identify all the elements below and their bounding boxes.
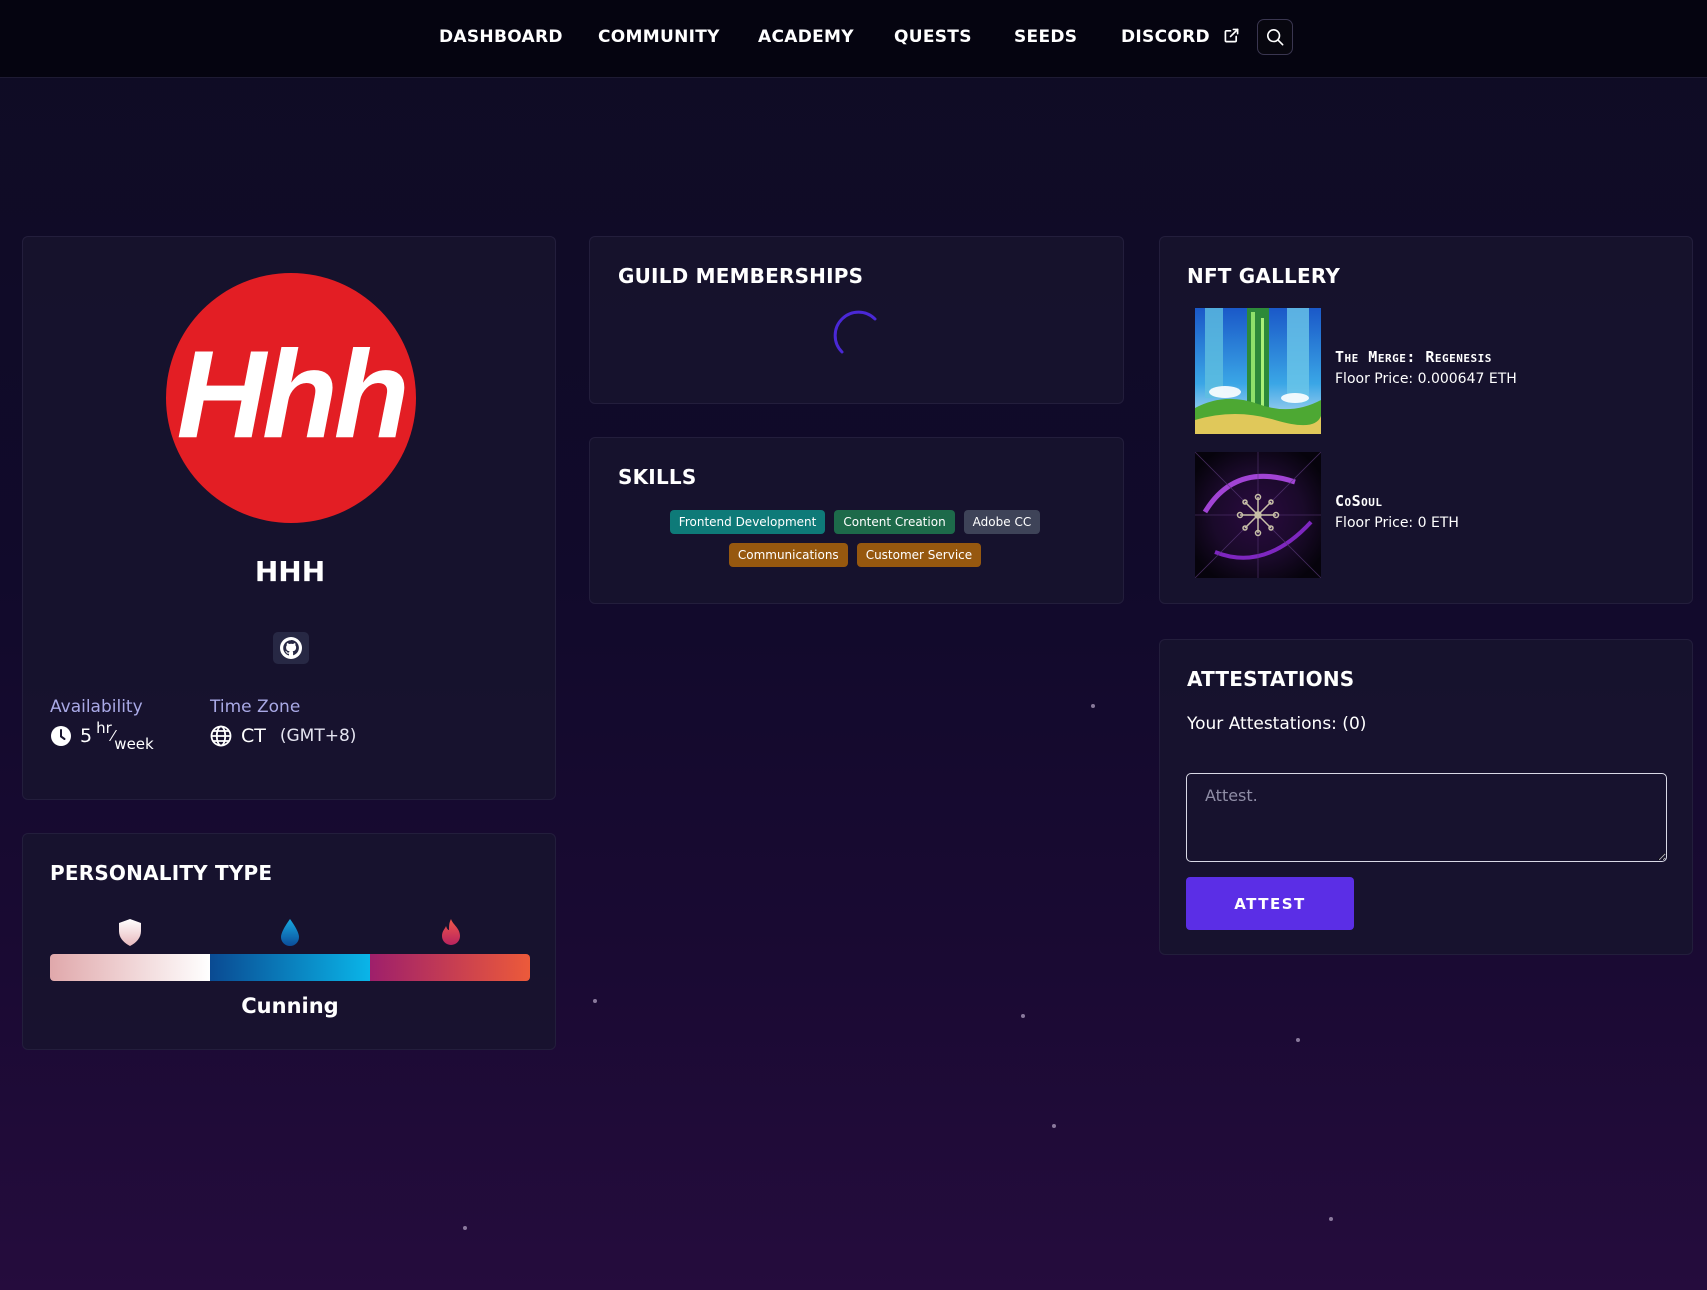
background-star <box>463 1226 467 1230</box>
guild-card: GUILD MEMBERSHIPS <box>589 236 1124 404</box>
avatar: Hhh <box>166 273 416 523</box>
skills-title: SKILLS <box>618 465 697 489</box>
nav-discord-label: DISCORD <box>1121 27 1210 47</box>
timezone-offset: (GMT+8) <box>279 726 357 746</box>
fire-icon <box>442 919 460 945</box>
nft-name: The Merge: Regenesis <box>1335 348 1492 366</box>
nft-floor-price: Floor Price: 0 ETH <box>1335 515 1459 531</box>
personality-segment-protector <box>50 954 210 981</box>
shield-icon <box>119 919 141 946</box>
external-link-icon <box>1224 28 1239 43</box>
attest-button[interactable]: ATTEST <box>1186 877 1354 930</box>
globe-icon <box>210 725 232 747</box>
availability-unit-week: week <box>114 734 154 753</box>
nav-community[interactable]: COMMUNITY <box>598 27 720 47</box>
availability-number: 5 <box>80 725 93 747</box>
skill-chip: Frontend Development <box>669 510 826 534</box>
nft-floor-price: Floor Price: 0.000647 ETH <box>1335 371 1517 387</box>
personality-title: PERSONALITY TYPE <box>50 861 273 885</box>
background-star <box>593 999 597 1003</box>
personality-result: Cunning <box>241 994 339 1018</box>
skills-list: Frontend Development Content Creation Ad… <box>620 510 1090 567</box>
nft-card: NFT GALLERY The Merge: Regenesis Floor P… <box>1159 236 1693 604</box>
personality-bar <box>50 954 530 981</box>
loading-spinner <box>833 310 877 354</box>
nft-image-merge <box>1195 308 1321 434</box>
skill-chip: Content Creation <box>834 510 955 534</box>
nft-title: NFT GALLERY <box>1187 264 1341 288</box>
timezone-value: CT (GMT+8) <box>210 725 356 747</box>
search-icon <box>1266 28 1284 46</box>
nav-dashboard[interactable]: DASHBOARD <box>439 27 563 47</box>
github-link[interactable] <box>273 632 309 664</box>
nav-seeds[interactable]: SEEDS <box>1014 27 1077 47</box>
guild-title: GUILD MEMBERSHIPS <box>618 264 864 288</box>
background-star <box>1021 1014 1025 1018</box>
personality-segment-fire <box>370 954 530 981</box>
page: DASHBOARD COMMUNITY ACADEMY QUESTS SEEDS… <box>0 0 1707 1290</box>
clock-icon <box>51 726 71 746</box>
nav-discord[interactable]: DISCORD <box>1121 27 1239 47</box>
skill-chip: Adobe CC <box>963 510 1041 534</box>
search-button[interactable] <box>1257 19 1293 55</box>
nft-image-cosoul <box>1195 452 1321 578</box>
nft-name: CoSoul <box>1335 492 1383 510</box>
skill-chip: Customer Service <box>856 543 982 567</box>
background-star <box>1091 704 1095 708</box>
availability-unit-hr: hr <box>96 718 112 737</box>
profile-card: Hhh HHH Availability 5 hr ⁄ week Time Zo… <box>22 236 556 800</box>
top-nav: DASHBOARD COMMUNITY ACADEMY QUESTS SEEDS… <box>0 0 1707 78</box>
timezone-label: Time Zone <box>210 697 301 717</box>
github-icon <box>280 637 302 659</box>
nav-quests[interactable]: QUESTS <box>894 27 972 47</box>
attest-input[interactable] <box>1186 773 1667 862</box>
water-drop-icon <box>281 919 299 946</box>
background-star <box>1329 1217 1333 1221</box>
timezone-abbr: CT <box>241 725 266 747</box>
nav-academy[interactable]: ACADEMY <box>758 27 854 47</box>
skill-chip: Communications <box>728 543 848 567</box>
personality-card: PERSONALITY TYPE Cunning <box>22 833 556 1050</box>
skills-card: SKILLS Frontend Development Content Crea… <box>589 437 1124 604</box>
availability-label: Availability <box>50 697 143 717</box>
username: HHH <box>254 555 326 588</box>
attestations-count: Your Attestations: (0) <box>1187 714 1367 734</box>
avatar-text: Hhh <box>176 326 409 464</box>
attestations-card: ATTESTATIONS Your Attestations: (0) ATTE… <box>1159 639 1693 955</box>
attestations-title: ATTESTATIONS <box>1187 667 1355 691</box>
personality-segment-water <box>210 954 370 981</box>
background-star <box>1296 1038 1300 1042</box>
availability-value: 5 hr ⁄ week <box>50 720 154 751</box>
background-star <box>1052 1124 1056 1128</box>
